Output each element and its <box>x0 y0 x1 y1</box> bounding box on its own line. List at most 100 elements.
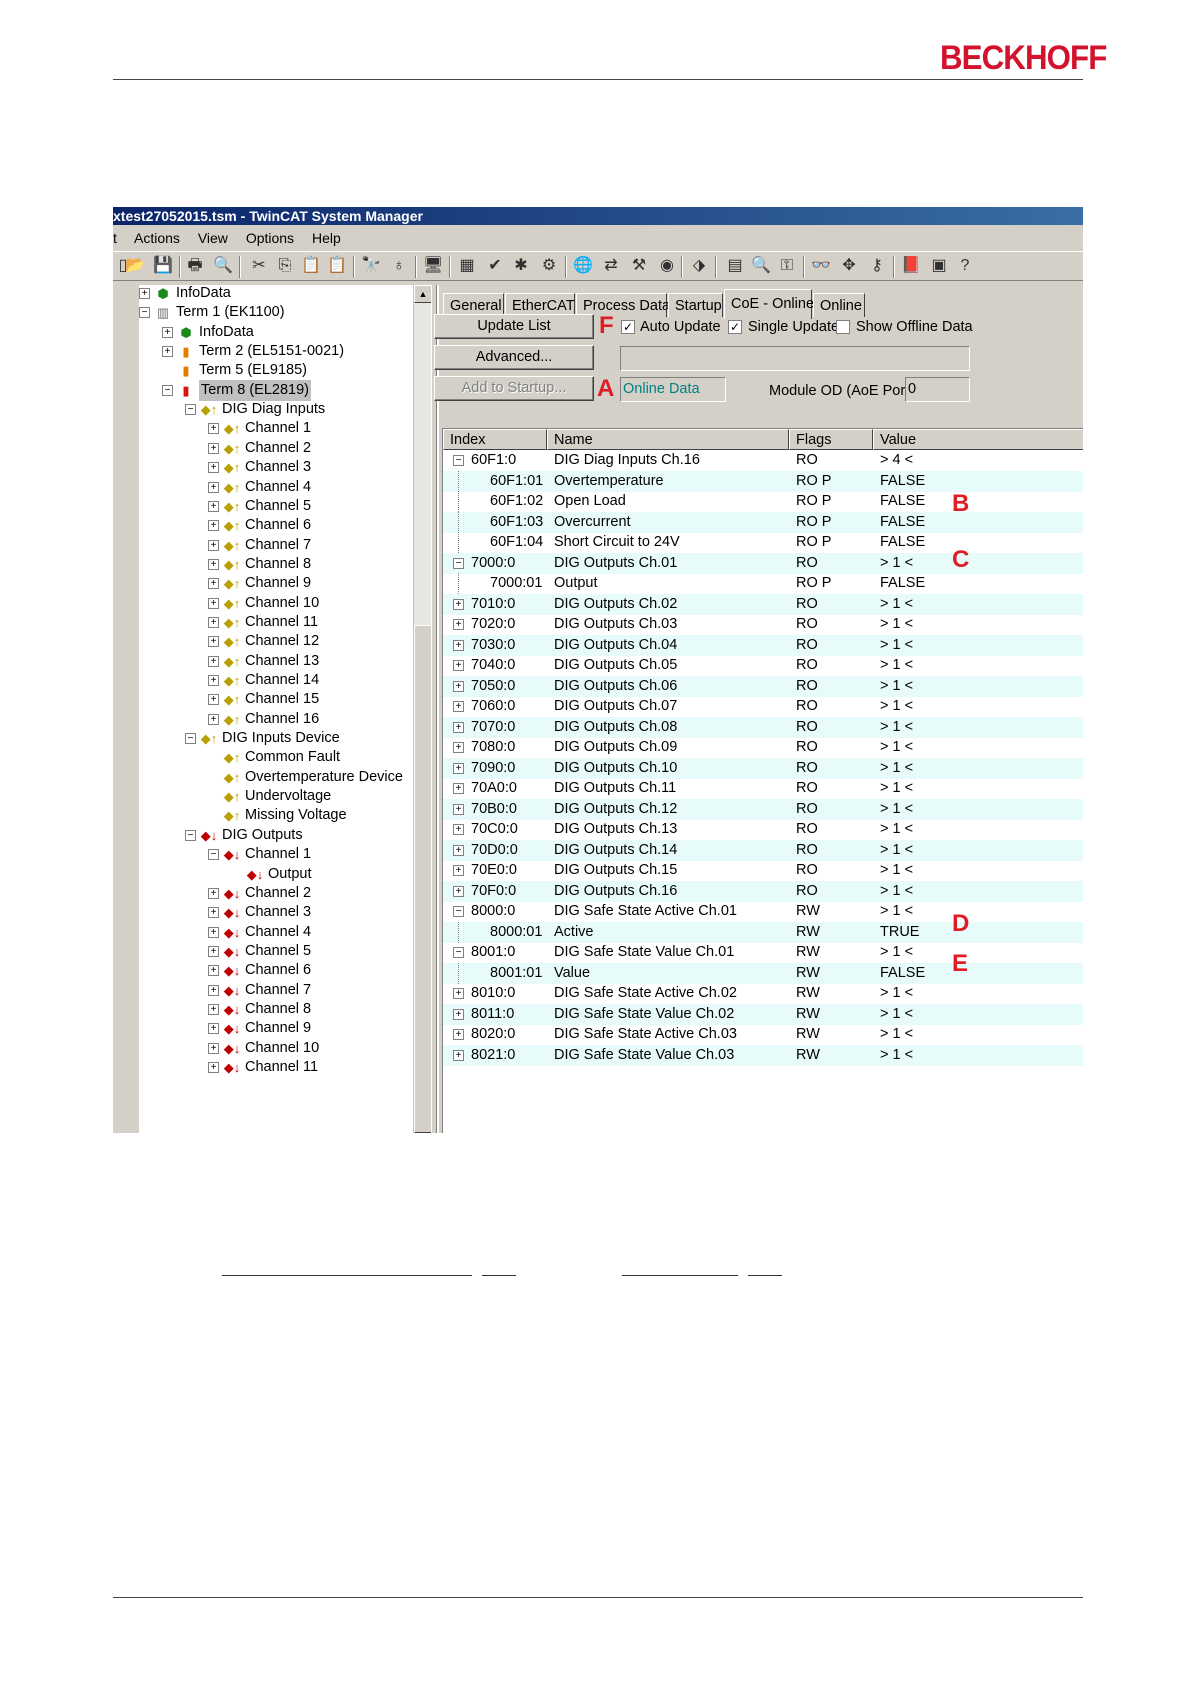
menu-item-actions[interactable]: Actions <box>134 230 180 246</box>
expand-icon[interactable]: + <box>453 803 464 815</box>
tree-node[interactable]: − ◆↑ DIG Diag Inputs <box>139 399 439 420</box>
tree-node[interactable]: − ◆↑ DIG Inputs Device <box>139 728 439 749</box>
tree-node[interactable]: + ◆↑ Channel 1 <box>139 418 439 439</box>
help-topics-icon[interactable]: ▣ <box>929 256 949 276</box>
table-row[interactable]: +8020:0 DIG Safe State Active Ch.03 RW > 1 … <box>443 1024 1083 1045</box>
book-icon[interactable]: 📕 <box>901 256 921 276</box>
print-icon[interactable]: 🖶 <box>185 256 205 276</box>
expand-icon[interactable]: + <box>208 616 219 628</box>
expand-icon[interactable]: + <box>208 462 219 474</box>
copy-icon[interactable]: ⎘ <box>275 256 295 276</box>
table-row[interactable]: +7060:0 DIG Outputs Ch.07 RO > 1 < <box>443 696 1083 717</box>
tree-node[interactable]: + ◆↑ Channel 4 <box>139 477 439 498</box>
expand-icon[interactable]: + <box>453 783 464 794</box>
expand-icon[interactable]: + <box>208 1003 219 1015</box>
menu-item-file[interactable]: t <box>113 230 117 246</box>
expand-icon[interactable]: + <box>208 907 219 919</box>
column-header-name[interactable]: Name <box>547 429 789 450</box>
auto-update-checkbox[interactable]: ✓ <box>621 320 635 334</box>
expand-icon[interactable]: + <box>208 713 219 725</box>
expand-icon[interactable]: + <box>453 1008 464 1020</box>
tree-node[interactable]: + ◆↓ Channel 6 <box>139 960 439 981</box>
tree-node[interactable]: ◆↓ Output <box>139 864 439 885</box>
column-header-index[interactable]: Index <box>443 429 547 450</box>
tree-node[interactable]: + ◆↓ Channel 11 <box>139 1057 439 1078</box>
check-configuration-icon[interactable]: ✔ <box>485 256 505 276</box>
expand-icon[interactable]: + <box>208 984 219 996</box>
zoom-icon[interactable]: 🔍 <box>751 256 771 276</box>
single-update-checkbox[interactable]: ✓ <box>728 320 742 334</box>
expand-icon[interactable]: + <box>162 346 173 358</box>
table-row[interactable]: +70A0:0 DIG Outputs Ch.11 RO > 1 < <box>443 778 1083 799</box>
table-row[interactable]: +7020:0 DIG Outputs Ch.03 RO > 1 < <box>443 614 1083 635</box>
table-row[interactable]: +7040:0 DIG Outputs Ch.05 RO > 1 < <box>443 655 1083 676</box>
tree-node[interactable]: + ◆↑ Channel 5 <box>139 496 439 517</box>
collapse-icon[interactable]: − <box>162 384 173 396</box>
expand-icon[interactable]: + <box>208 423 219 435</box>
expand-icon[interactable]: + <box>208 481 219 493</box>
open-folder-icon[interactable]: 📂 <box>125 256 145 276</box>
tree-node[interactable]: − ▮ Term 8 (EL2819) <box>139 379 439 401</box>
expand-icon[interactable]: + <box>208 1023 219 1035</box>
tree-node[interactable]: ◆↑ Common Fault <box>139 747 439 768</box>
table-row[interactable]: +70D0:0 DIG Outputs Ch.14 RO > 1 < <box>443 839 1083 861</box>
collapse-icon[interactable]: − <box>208 849 219 861</box>
expand-icon[interactable]: + <box>453 598 464 610</box>
tree-node[interactable]: + ◆↑ Channel 10 <box>139 593 439 614</box>
tree-node[interactable]: + ⬢ InfoData <box>139 285 439 304</box>
target-cursor-icon[interactable]: ✥ <box>839 256 859 276</box>
expand-icon[interactable]: + <box>208 597 219 609</box>
expand-icon[interactable]: + <box>162 326 173 338</box>
column-header-value[interactable]: Value <box>873 429 1083 450</box>
tree-node[interactable]: + ◆↑ Channel 13 <box>139 651 439 672</box>
pane-splitter[interactable] <box>431 285 437 1133</box>
tree-node[interactable]: + ▮ Term 2 (EL5151-0021) <box>139 341 439 362</box>
expand-icon[interactable]: + <box>208 926 219 938</box>
tree-node[interactable]: − ◆↓ DIG Outputs <box>139 825 439 846</box>
help-icon[interactable]: ? <box>955 256 975 276</box>
table-row[interactable]: +7080:0 DIG Outputs Ch.09 RO > 1 < <box>443 737 1083 758</box>
tree-node[interactable]: + ◆↑ Channel 15 <box>139 689 439 710</box>
expand-icon[interactable]: + <box>453 824 464 835</box>
collapse-icon[interactable]: − <box>453 557 464 569</box>
tree-node[interactable]: + ◆↓ Channel 10 <box>139 1038 439 1059</box>
save-icon[interactable]: 💾 <box>153 256 173 276</box>
find-next-icon[interactable]: ♁ <box>389 256 409 276</box>
glasses-icon[interactable]: 👓 <box>811 256 831 276</box>
tree-node[interactable]: + ◆↓ Channel 5 <box>139 941 439 962</box>
update-list-button[interactable]: Update List <box>434 314 594 339</box>
table-row[interactable]: −60F1:0 DIG Diag Inputs Ch.16 RO > 4 < <box>443 450 1083 471</box>
collapse-icon[interactable]: − <box>185 733 196 745</box>
expand-icon[interactable]: + <box>139 288 150 299</box>
tree-node[interactable]: + ◆↑ Channel 14 <box>139 670 439 691</box>
expand-icon[interactable]: + <box>453 988 464 999</box>
tree-node[interactable]: + ◆↑ Channel 9 <box>139 573 439 594</box>
table-row[interactable]: 60F1:01 Overtemperature RO P FALSE <box>443 470 1083 492</box>
expand-icon[interactable]: + <box>208 655 219 667</box>
collapse-icon[interactable]: − <box>185 829 196 841</box>
monitor-icon[interactable]: 🖥 <box>423 256 443 276</box>
tree-node[interactable]: − ▥ Term 1 (EK1100) <box>139 302 439 323</box>
table-row[interactable]: 60F1:03 Overcurrent RO P FALSE <box>443 511 1083 533</box>
table-row[interactable]: −8001:0 DIG Safe State Value Ch.01 RW > 1 < <box>443 942 1083 963</box>
coe-object-table[interactable]: Index Name Flags Value −60F1:0 DIG Diag I… <box>442 428 1083 1133</box>
table-row[interactable]: +70C0:0 DIG Outputs Ch.13 RO > 1 < <box>443 819 1083 840</box>
expand-icon[interactable]: + <box>208 520 219 532</box>
table-row[interactable]: 7000:01 Output RO P FALSE <box>443 573 1083 594</box>
cut-icon[interactable]: ✂ <box>249 256 269 276</box>
module-od-port-field[interactable]: 0 <box>905 377 970 402</box>
menu-item-help[interactable]: Help <box>312 230 341 246</box>
config-mode-icon[interactable]: 🌐 <box>573 256 593 276</box>
tab-startup[interactable]: Startup <box>668 293 723 317</box>
table-row[interactable]: +70B0:0 DIG Outputs Ch.12 RO > 1 < <box>443 798 1083 820</box>
expand-icon[interactable]: + <box>208 500 219 512</box>
expand-icon[interactable]: + <box>208 1062 219 1073</box>
tree-node[interactable]: + ◆↑ Channel 3 <box>139 457 439 478</box>
expand-icon[interactable]: + <box>208 1042 219 1054</box>
tree-node[interactable]: ◆↑ Missing Voltage <box>139 805 439 826</box>
table-row[interactable]: +70F0:0 DIG Outputs Ch.16 RO > 1 < <box>443 880 1083 902</box>
toggle-free-run-icon[interactable]: ◉ <box>657 256 677 276</box>
load-io-devices-icon[interactable]: ⇄ <box>601 256 621 276</box>
tree-node[interactable]: ◆↑ Overtemperature Device <box>139 767 439 788</box>
collapse-icon[interactable]: − <box>453 455 464 466</box>
